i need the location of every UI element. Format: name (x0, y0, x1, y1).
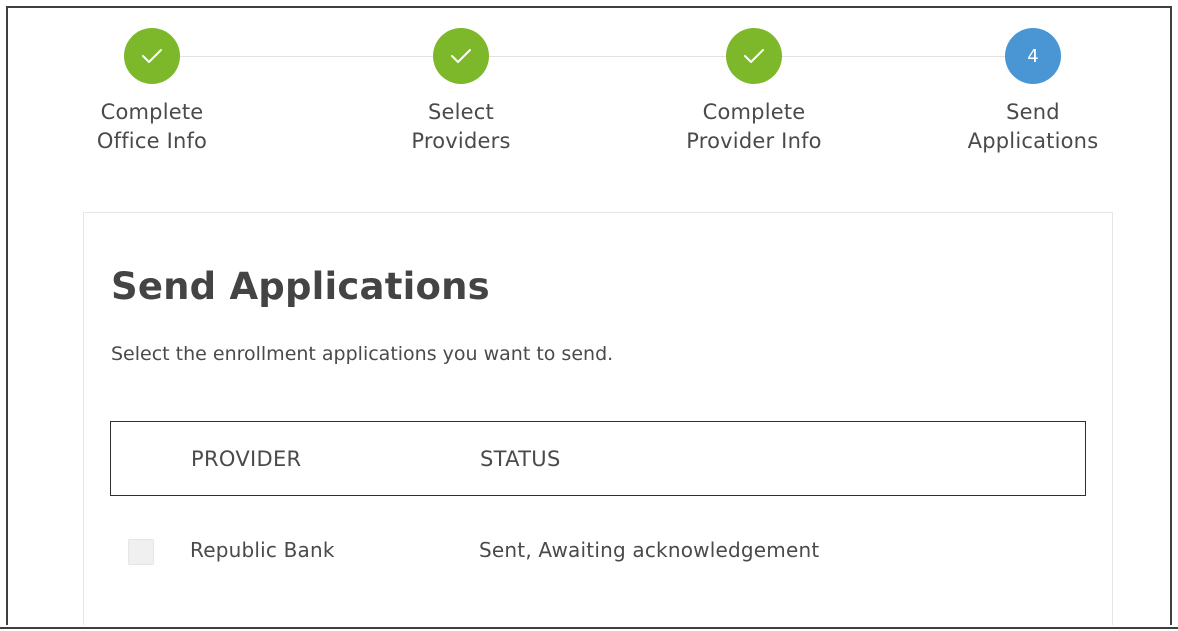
page-subtitle: Select the enrollment applications you w… (111, 343, 614, 365)
step-label-line: Select (428, 100, 494, 124)
step-number-circle: 4 (1005, 28, 1061, 84)
frame-bottom-border (0, 627, 1178, 629)
application-status: Sent, Awaiting acknowledgement (479, 538, 820, 562)
send-applications-card: Send Applications Select the enrollment … (83, 212, 1113, 625)
step-number: 4 (1027, 45, 1039, 67)
checkmark-icon (451, 49, 471, 63)
step-label-line: Complete (702, 100, 806, 124)
step-status-circle (726, 28, 782, 84)
page-title: Send Applications (111, 265, 490, 308)
step-complete-office-info[interactable]: Complete Office Info (62, 28, 242, 156)
checkmark-icon (744, 49, 764, 63)
app-frame: Complete Office Info Select Providers Co… (6, 6, 1172, 625)
step-label: Complete Office Info (62, 98, 242, 156)
provider-name: Republic Bank (190, 538, 335, 562)
progress-stepper: Complete Office Info Select Providers Co… (8, 8, 1170, 178)
step-status-circle (433, 28, 489, 84)
checkmark-icon (142, 49, 162, 63)
step-label-line: Send (1006, 100, 1060, 124)
step-label-line: Office Info (96, 129, 208, 153)
step-label: Send Applications (943, 98, 1123, 156)
stepper-connector (153, 56, 1033, 57)
step-send-applications[interactable]: 4 Send Applications (943, 28, 1123, 156)
row-select-checkbox[interactable] (128, 539, 154, 565)
step-complete-provider-info[interactable]: Complete Provider Info (664, 28, 844, 156)
table-header: PROVIDER STATUS (110, 421, 1086, 496)
step-label: Complete Provider Info (664, 98, 844, 156)
step-status-circle (124, 28, 180, 84)
table-row: Republic Bank Sent, Awaiting acknowledge… (110, 528, 1086, 578)
step-label-line: Complete (100, 100, 204, 124)
step-label-line: Provider Info (686, 129, 822, 153)
step-label-line: Applications (967, 129, 1099, 153)
step-label: Select Providers (371, 98, 551, 156)
step-label-line: Providers (411, 129, 511, 153)
column-header-status[interactable]: STATUS (480, 447, 561, 471)
step-select-providers[interactable]: Select Providers (371, 28, 551, 156)
column-header-provider[interactable]: PROVIDER (191, 447, 301, 471)
